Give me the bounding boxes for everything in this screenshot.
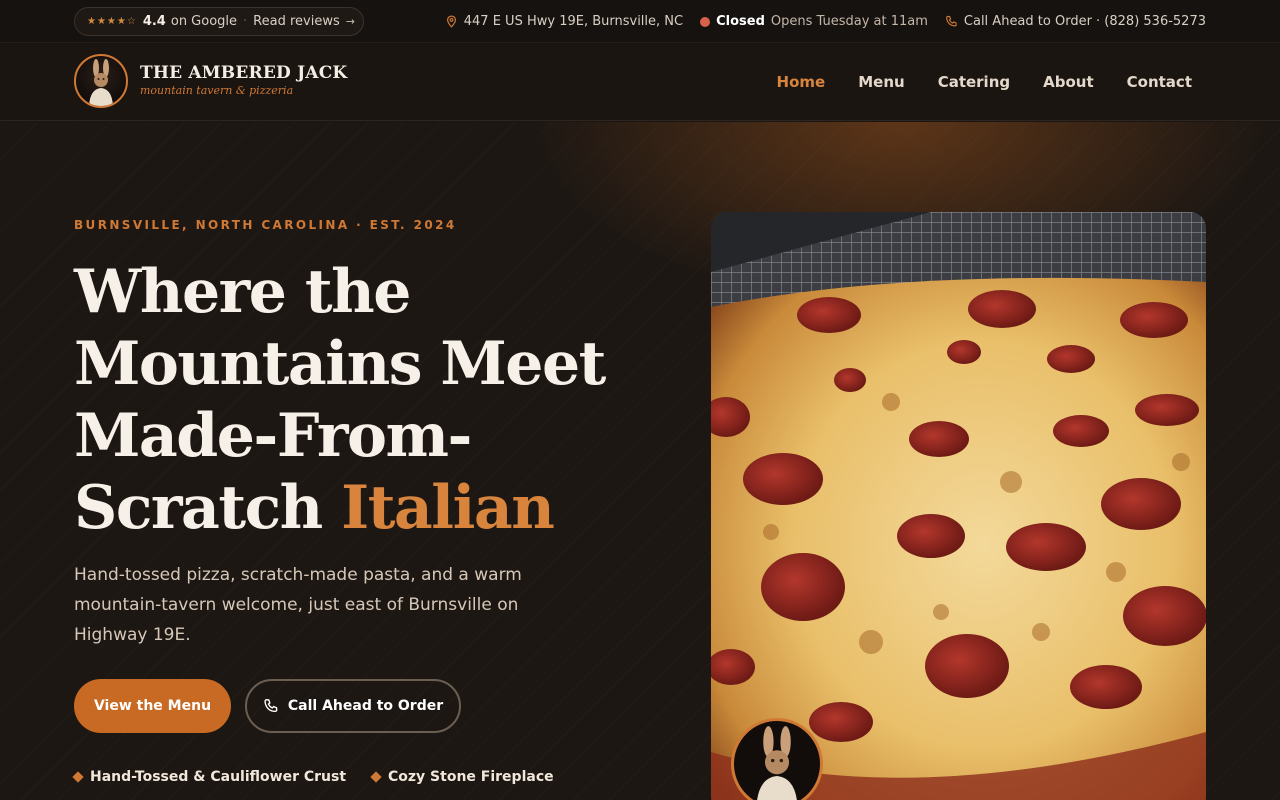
status-closed: Closed [716,14,765,29]
rating-stars: ★★★★☆ [87,16,137,27]
open-status: Closed Opens Tuesday at 11am [700,14,928,29]
pepperoni-pizza-image [711,212,1206,800]
brand-tagline: mountain tavern & pizzeria [140,84,294,97]
rabbit-chef-logo[interactable] [74,54,128,108]
site-header: THE AMBERED JACK mountain tavern & pizze… [0,43,1280,121]
separator-dot: · [243,14,248,29]
diamond-icon [72,771,84,783]
top-utility-bar: ★★★★☆ 4.4 on Google · Read reviews → 447… [0,0,1280,43]
hero-eyebrow: BURNSVILLE, NORTH CAROLINA · EST. 2024 [74,218,457,232]
brand[interactable]: THE AMBERED JACK mountain tavern & pizze… [140,63,347,97]
call-ahead-label: Call Ahead to Order [287,698,444,714]
status-dot-icon [700,16,711,27]
hero-headline: Where the Mountains Meet Made-From-Scrat… [74,256,634,544]
feature-label: Hand-Tossed & Cauliflower Crust [90,769,347,785]
brand-name: THE AMBERED JACK [140,63,348,83]
pizza-photo [711,212,1206,800]
hero-subtext: Hand-tossed pizza, scratch-made pasta, a… [74,565,522,645]
address-text: 447 E US Hwy 19E, Burnsville, NC [463,14,684,29]
hero-section: BURNSVILLE, NORTH CAROLINA · EST. 2024 W… [0,122,1280,800]
rating-score: 4.4 [142,14,166,29]
nav-catering[interactable]: Catering [938,73,1010,91]
top-contact-info: 447 E US Hwy 19E, Burnsville, NC Closed … [445,0,1206,43]
main-nav: Home Menu Catering About Contact [777,43,1192,121]
feature-label: Cozy Stone Fireplace [388,769,554,785]
call-ahead-button[interactable]: Call Ahead to Order [245,679,461,733]
call-ahead-text: Call Ahead to Order · (828) 536-5273 [963,14,1206,29]
phone-icon [264,699,278,713]
nav-home[interactable]: Home [777,73,826,91]
nav-contact[interactable]: Contact [1127,73,1192,91]
feature-item: Cozy Stone Fireplace [370,769,554,785]
map-pin-icon [446,15,456,28]
rabbit-chef-icon [757,726,797,800]
rabbit-chef-badge [731,718,823,800]
feature-item: Hand-Tossed & Cauliflower Crust [72,769,347,785]
address[interactable]: 447 E US Hwy 19E, Burnsville, NC [445,14,683,29]
google-rating-pill[interactable]: ★★★★☆ 4.4 on Google · Read reviews → [74,7,364,36]
rating-source: on Google [170,14,238,29]
phone-icon [946,15,957,27]
feature-list: Hand-Tossed & Cauliflower Crust Cozy Sto… [72,769,554,785]
arrow-right-icon: → [345,15,355,28]
diamond-icon [370,771,382,783]
rabbit-chef-icon [89,59,113,106]
read-reviews-link[interactable]: Read reviews [253,14,340,29]
headline-accent: Italian [341,473,555,543]
view-menu-button[interactable]: View the Menu [74,679,231,733]
nav-menu[interactable]: Menu [858,73,904,91]
call-ahead-link[interactable]: Call Ahead to Order · (828) 536-5273 [945,14,1206,29]
nav-about[interactable]: About [1043,73,1094,91]
opening-hours: Opens Tuesday at 11am [770,14,928,29]
